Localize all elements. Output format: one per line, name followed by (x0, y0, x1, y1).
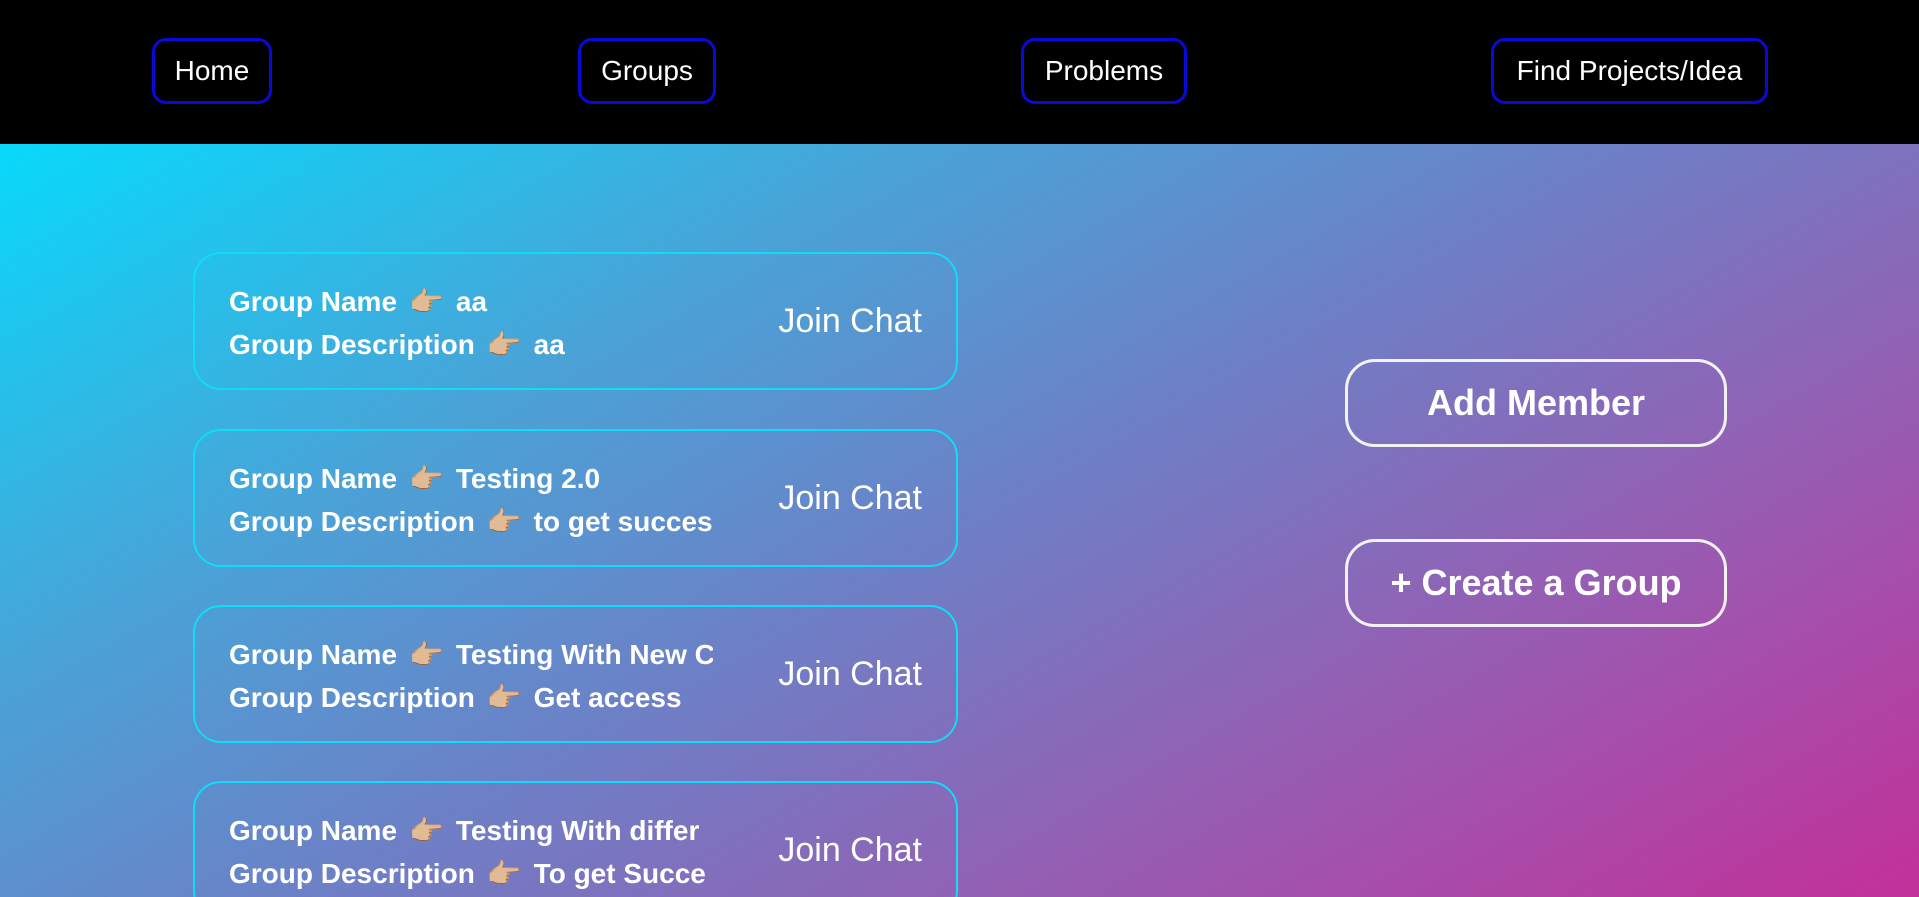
nav-find-projects-button[interactable]: Find Projects/Idea (1491, 38, 1768, 104)
pointing-hand-icon: 👉🏼 (409, 463, 444, 494)
pointing-hand-icon: 👉🏼 (409, 286, 444, 317)
group-card: Group Name 👉🏼 Testing With New C Group Des… (193, 605, 958, 743)
group-name-row: Group Name 👉🏼 Testing 2.0 (229, 457, 713, 500)
group-description-label: Group Description (229, 329, 475, 360)
pointing-hand-icon: 👉🏼 (409, 639, 444, 670)
group-info: Group Name 👉🏼 Testing With New C Group Des… (229, 633, 713, 719)
group-name-label: Group Name (229, 639, 398, 670)
nav-home-button[interactable]: Home (152, 38, 272, 104)
pointing-hand-icon: 👉🏼 (486, 682, 522, 713)
group-description-label: Group Description (229, 682, 475, 713)
group-name-label: Group Name (229, 286, 398, 317)
group-name-label: Group Name (229, 463, 398, 494)
group-description-row: Group Description 👉🏼 Get access (229, 676, 713, 719)
group-description-row: Group Description 👉🏼 aa (229, 323, 713, 366)
group-info: Group Name 👉🏼 Testing 2.0 Group Descriptio… (229, 457, 713, 543)
group-description-row: Group Description 👉🏼 to get succes (229, 500, 713, 543)
group-name-row: Group Name 👉🏼 Testing With differ (229, 809, 713, 852)
pointing-hand-icon: 👉🏼 (486, 858, 522, 889)
pointing-hand-icon: 👉🏼 (409, 815, 444, 846)
join-chat-button[interactable]: Join Chat (778, 254, 922, 388)
group-card: Group Name 👉🏼 aa Group Description 👉🏼 aa Joi… (193, 252, 958, 390)
group-name-value: Testing With differ (455, 815, 700, 846)
join-chat-button[interactable]: Join Chat (778, 783, 922, 897)
group-description-value: Get access (533, 682, 682, 713)
nav-groups-button[interactable]: Groups (578, 38, 716, 104)
group-description-value: to get succes (533, 506, 713, 537)
top-navbar: Home Groups Problems Find Projects/Idea (0, 0, 1919, 144)
nav-problems-button[interactable]: Problems (1021, 38, 1187, 104)
group-name-row: Group Name 👉🏼 aa (229, 280, 713, 323)
group-name-value: Testing With New C (455, 639, 713, 670)
group-description-value: aa (533, 329, 565, 360)
group-name-label: Group Name (229, 815, 398, 846)
group-card: Group Name 👉🏼 Testing With differ Group De… (193, 781, 958, 897)
group-info: Group Name 👉🏼 aa Group Description 👉🏼 aa (229, 280, 713, 366)
pointing-hand-icon: 👉🏼 (486, 329, 522, 360)
group-name-row: Group Name 👉🏼 Testing With New C (229, 633, 713, 676)
join-chat-button[interactable]: Join Chat (778, 607, 922, 741)
group-description-label: Group Description (229, 858, 475, 889)
create-group-button[interactable]: + Create a Group (1345, 539, 1727, 627)
group-description-label: Group Description (229, 506, 475, 537)
group-description-row: Group Description 👉🏼 To get Succe (229, 852, 713, 895)
group-description-value: To get Succe (533, 858, 706, 889)
pointing-hand-icon: 👉🏼 (486, 506, 522, 537)
groups-page-main: Group Name 👉🏼 aa Group Description 👉🏼 aa Joi… (0, 144, 1919, 897)
add-member-button[interactable]: Add Member (1345, 359, 1727, 447)
group-name-value: Testing 2.0 (455, 463, 601, 494)
group-card: Group Name 👉🏼 Testing 2.0 Group Descriptio… (193, 429, 958, 567)
group-info: Group Name 👉🏼 Testing With differ Group De… (229, 809, 713, 895)
join-chat-button[interactable]: Join Chat (778, 431, 922, 565)
group-name-value: aa (455, 286, 488, 317)
